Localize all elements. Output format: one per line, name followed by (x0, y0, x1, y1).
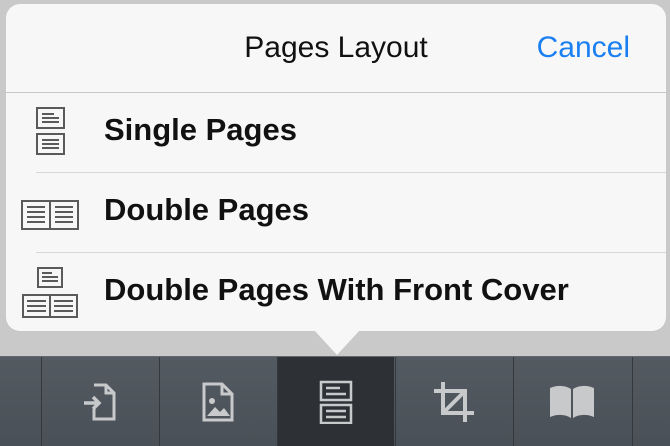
crop-button[interactable] (395, 357, 512, 446)
pages-layout-popover: Pages Layout Cancel Single Pages Double … (6, 4, 666, 331)
book-icon (550, 385, 594, 418)
option-label: Single Pages (104, 112, 297, 147)
double-pages-front-cover-icon (20, 265, 80, 321)
option-double-pages[interactable]: Double Pages (6, 173, 666, 253)
crop-icon (434, 382, 474, 422)
option-label: Double Pages With Front Cover (104, 272, 569, 307)
bottom-toolbar (0, 356, 670, 446)
image-file-icon (202, 382, 234, 422)
pages-layout-button[interactable] (277, 357, 394, 446)
book-button[interactable] (513, 357, 630, 446)
double-pages-icon (20, 185, 80, 241)
option-label: Double Pages (104, 192, 309, 227)
cancel-button[interactable]: Cancel (537, 31, 630, 65)
screen: Pages Layout Cancel Single Pages Double … (0, 0, 670, 446)
pages-layout-icon (319, 380, 353, 424)
import-icon (84, 383, 116, 421)
single-pages-icon (20, 105, 80, 161)
option-single-pages[interactable]: Single Pages (6, 93, 666, 173)
toolbar-spacer (632, 357, 670, 446)
popover-arrow (314, 330, 360, 355)
popover-header: Pages Layout Cancel (6, 4, 666, 93)
image-file-button[interactable] (159, 357, 276, 446)
import-button[interactable] (41, 357, 158, 446)
option-double-pages-front-cover[interactable]: Double Pages With Front Cover (6, 253, 666, 331)
